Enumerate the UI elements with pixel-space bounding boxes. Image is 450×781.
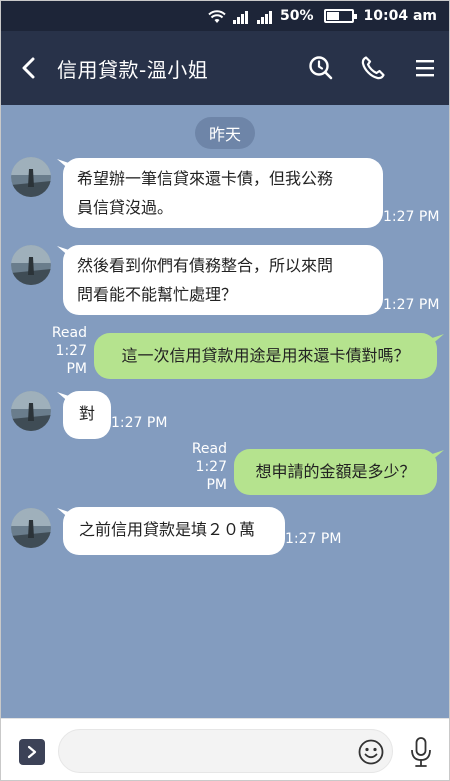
- avatar[interactable]: [11, 508, 51, 548]
- search-button[interactable]: [295, 31, 347, 105]
- message-bubble-incoming[interactable]: 對: [63, 391, 111, 439]
- message-bubble-incoming[interactable]: 之前信用貸款是填２０萬: [63, 507, 285, 555]
- message-bubble-outgoing[interactable]: 想申請的金額是多少？: [234, 449, 437, 495]
- message-text: 對: [79, 404, 96, 423]
- read-time: 1:27: [195, 459, 227, 475]
- back-arrow-icon: [22, 57, 35, 79]
- read-time: PM: [206, 477, 227, 493]
- avatar[interactable]: [11, 391, 51, 431]
- menu-icon: [416, 60, 434, 77]
- signal-icon: [256, 8, 274, 24]
- message-time: 1:27 PM: [383, 209, 440, 225]
- message-text: 希望辦一筆信貸來還卡債，但我公務: [77, 169, 334, 188]
- message-text: 然後看到你們有債務整合，所以來問: [77, 256, 334, 275]
- avatar[interactable]: [11, 157, 51, 197]
- read-receipt: Read 1:27 PM: [47, 324, 87, 378]
- menu-button[interactable]: [399, 31, 449, 105]
- read-receipt: Read 1:27 PM: [187, 440, 227, 494]
- date-separator: 昨天: [195, 117, 255, 149]
- search-icon: [309, 56, 333, 80]
- chat-area[interactable]: 昨天 希望辦一筆信貸來還卡債，但我公務 員信貸沒過。 1:27 PM 然後看到你…: [1, 105, 449, 718]
- message-time: 1:27 PM: [383, 297, 440, 313]
- read-time: 1:27: [55, 343, 87, 359]
- read-label: Read: [51, 325, 87, 341]
- message-time: 1:27 PM: [111, 415, 168, 431]
- chat-screen: 50% 10:04 am 信用貸款-溫小姐 昨天 希望辦一筆信貸來還卡債，但我公…: [0, 0, 450, 781]
- message-text: 這一次信用貸款用途是用來還卡債對嗎？: [121, 346, 410, 365]
- message-text: 員信貸沒過。: [77, 198, 174, 217]
- message-bubble-incoming[interactable]: 希望辦一筆信貸來還卡債，但我公務 員信貸沒過。: [63, 158, 383, 228]
- back-button[interactable]: [1, 31, 57, 105]
- message-bubble-outgoing[interactable]: 這一次信用貸款用途是用來還卡債對嗎？: [94, 333, 437, 379]
- chat-header: 信用貸款-溫小姐: [1, 31, 449, 105]
- chat-title: 信用貸款-溫小姐: [57, 57, 209, 82]
- expand-button[interactable]: [19, 739, 45, 765]
- message-text: 之前信用貸款是填２０萬: [79, 520, 256, 539]
- message-time: 1:27 PM: [285, 531, 342, 547]
- call-button[interactable]: [347, 31, 399, 105]
- message-bubble-incoming[interactable]: 然後看到你們有債務整合，所以來問 問看能不能幫忙處理？: [63, 245, 383, 315]
- wifi-icon: [208, 8, 226, 24]
- battery-icon: [323, 9, 357, 23]
- input-bar: [1, 718, 449, 780]
- status-time: 10:04 am: [363, 8, 437, 24]
- battery-level: [326, 12, 339, 20]
- status-bar: 50% 10:04 am: [1, 1, 449, 31]
- battery-percent: 50%: [280, 8, 314, 24]
- expand-icon: [27, 745, 37, 759]
- read-time: PM: [66, 361, 87, 377]
- message-text: 問看能不能幫忙處理？: [77, 285, 238, 304]
- microphone-button[interactable]: [406, 735, 436, 769]
- microphone-icon: [411, 737, 431, 767]
- emoji-button[interactable]: [357, 738, 385, 766]
- read-label: Read: [191, 441, 227, 457]
- avatar[interactable]: [11, 245, 51, 285]
- signal-icon: [232, 8, 250, 24]
- phone-icon: [361, 56, 385, 80]
- emoji-icon: [358, 739, 384, 765]
- message-input[interactable]: [58, 729, 393, 773]
- message-text: 想申請的金額是多少？: [255, 462, 416, 481]
